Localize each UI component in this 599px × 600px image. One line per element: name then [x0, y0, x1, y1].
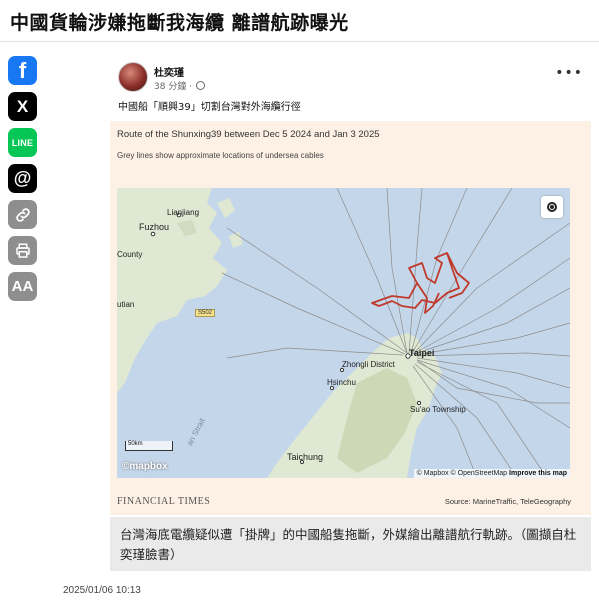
- map-attribution: © Mapbox © OpenStreetMap Improve this ma…: [413, 469, 570, 478]
- improve-map-link[interactable]: Improve this map: [509, 470, 567, 477]
- route-map[interactable]: Lianjiang Fuzhou County utian S502 Zhong…: [117, 188, 570, 478]
- post-text: 中國船「順興39」切割台灣對外海纜行徑: [118, 102, 301, 113]
- ship-route: [371, 252, 470, 314]
- label-suao: Su'ao Township: [410, 405, 466, 414]
- label-utian: utian: [117, 300, 135, 309]
- threads-share-icon[interactable]: @: [8, 164, 37, 193]
- attribution-copyright[interactable]: © Mapbox © OpenStreetMap: [417, 470, 507, 477]
- globe-icon: [196, 81, 206, 90]
- x-share-icon[interactable]: X: [8, 92, 37, 121]
- ft-brand: FINANCIAL TIMES: [117, 496, 211, 507]
- ft-map-figure: Route of the Shunxing39 between Dec 5 20…: [110, 121, 591, 515]
- copy-link-icon[interactable]: [8, 200, 37, 229]
- figure-subtitle: Grey lines show approximate locations of…: [117, 151, 324, 160]
- image-caption: 台灣海底電纜疑似遭「掛牌」的中國船隻拖斷，外媒繪出離譜航行軌跡。（圖擷自杜奕瑾臉…: [110, 517, 591, 571]
- figure-source: Source: MarineTraffic, TeleGeography: [444, 497, 571, 506]
- post-author[interactable]: 杜奕瑾: [154, 64, 184, 79]
- facebook-share-icon[interactable]: f: [8, 56, 37, 85]
- label-county: County: [117, 250, 143, 259]
- figure-title: Route of the Shunxing39 between Dec 5 20…: [117, 129, 380, 140]
- map-graphic: [117, 188, 570, 478]
- china-landmass: [117, 188, 227, 393]
- font-size-button[interactable]: AA: [8, 272, 37, 301]
- scale-bar: 50km: [125, 441, 173, 451]
- print-icon[interactable]: [8, 236, 37, 265]
- publish-date: 2025/01/06 10:13: [63, 585, 141, 596]
- post-header: 杜奕瑾 38 分鐘 · •••: [110, 57, 591, 97]
- more-options-button[interactable]: •••: [555, 65, 583, 81]
- facebook-post-embed: 杜奕瑾 38 分鐘 · ••• 中國船「順興39」切割台灣對外海纜行徑 Rout…: [110, 57, 591, 571]
- mapbox-logo[interactable]: ©mapbox: [122, 461, 168, 472]
- label-taichung: Taichung: [287, 452, 324, 462]
- label-fuzhou: Fuzhou: [139, 222, 170, 232]
- avatar[interactable]: [118, 62, 148, 92]
- post-time[interactable]: 38 分鐘 ·: [154, 79, 192, 92]
- post-meta: 38 分鐘 ·: [154, 79, 206, 92]
- article-headline: 中國貨輪涉嫌拖斷我海纜 離譜航跡曝光: [10, 12, 349, 34]
- label-lianjiang: Lianjiang: [167, 208, 200, 217]
- line-share-button[interactable]: LINE: [8, 128, 37, 157]
- road-badge: S502: [195, 309, 216, 317]
- share-bar: f X LINE @ AA: [8, 56, 38, 308]
- label-hsinchu: Hsinchu: [327, 378, 356, 387]
- label-zhongli: Zhongli District: [342, 360, 395, 369]
- locate-button[interactable]: [541, 196, 563, 218]
- header-divider: [0, 41, 599, 42]
- label-taipei: Taipei: [409, 348, 435, 358]
- locate-icon: [547, 202, 557, 212]
